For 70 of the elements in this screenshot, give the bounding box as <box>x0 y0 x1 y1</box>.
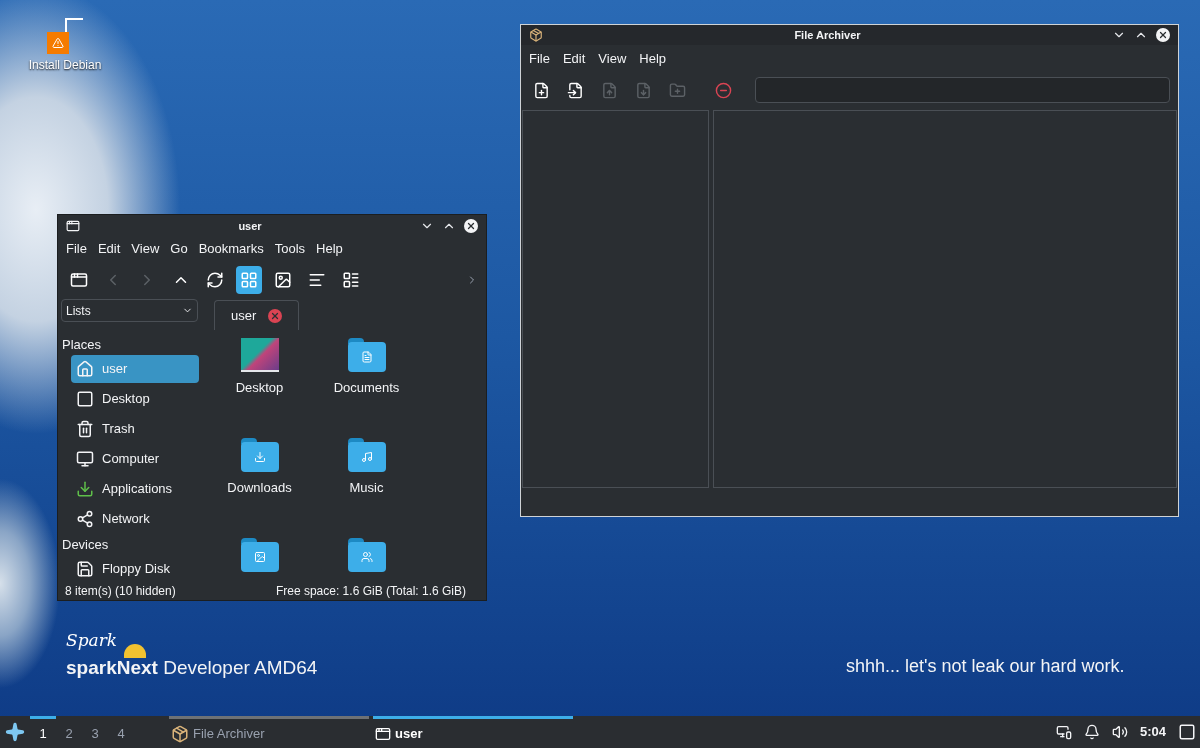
sidebar-heading: Devices <box>62 536 110 555</box>
folder-icon <box>347 338 386 372</box>
sidebar-item[interactable]: Computer <box>71 445 199 473</box>
menu-item[interactable]: Edit <box>97 239 121 259</box>
folder[interactable]: Music <box>313 438 420 498</box>
menu-item[interactable]: File <box>66 239 87 259</box>
file-label: Desktop <box>235 379 284 397</box>
task-button[interactable]: user <box>373 716 573 748</box>
desktop-folder-icon <box>240 338 279 372</box>
place-icon <box>76 510 94 528</box>
place-icon <box>76 360 94 378</box>
place-icon <box>76 560 94 578</box>
close-button[interactable] <box>464 219 478 233</box>
folder-icon <box>347 538 386 572</box>
place-icon <box>76 390 94 408</box>
close-button[interactable] <box>1156 28 1170 42</box>
folder-icon <box>240 438 279 472</box>
wallpaper-brand: sparkNext Developer AMD64 <box>66 655 318 680</box>
status-items: 8 item(s) (10 hidden) <box>65 583 176 600</box>
clock[interactable]: 5:04 <box>1139 722 1166 742</box>
status-free-space: Free space: 1.6 GiB (Total: 1.6 GiB) <box>275 583 466 600</box>
sidebar-heading: Places <box>62 336 103 355</box>
place-icon <box>76 480 94 498</box>
virtual-desktop[interactable]: 4 <box>108 716 134 748</box>
menu-item[interactable]: View <box>131 239 160 259</box>
file-label: Documents <box>333 379 400 397</box>
folder-icon <box>240 538 279 572</box>
virtual-desktop[interactable]: 3 <box>82 716 108 748</box>
search-field[interactable] <box>755 77 1170 103</box>
wallpaper-tagline: shhh... let's not leak our hard work. <box>846 655 1125 678</box>
sidebar-item[interactable]: Floppy Disk <box>71 555 199 583</box>
file-label: Music <box>349 479 384 497</box>
menu-item[interactable]: Help <box>639 48 667 69</box>
sidebar-item[interactable]: Desktop <box>71 385 199 413</box>
volume-icon[interactable] <box>1111 724 1128 740</box>
file-label: Downloads <box>227 479 292 497</box>
task-button[interactable]: File Archiver <box>169 716 369 748</box>
folder[interactable]: Downloads <box>206 438 313 498</box>
menu-item[interactable]: Edit <box>562 48 586 69</box>
wallpaper-logo: Spark <box>66 629 118 652</box>
sidebar-item[interactable]: Applications <box>71 475 199 503</box>
virtual-desktop[interactable]: 2 <box>56 716 82 748</box>
show-desktop-icon[interactable] <box>1178 723 1196 741</box>
menu-item[interactable]: Help <box>316 239 343 259</box>
virtual-desktop[interactable]: 1 <box>30 716 56 748</box>
window-icon <box>375 725 391 742</box>
network-icon[interactable] <box>1055 724 1072 740</box>
place-icon <box>76 450 94 468</box>
archive-icon <box>529 28 543 42</box>
menu-item[interactable]: File <box>529 48 550 69</box>
place-icon <box>76 420 94 438</box>
installer-icon <box>45 16 85 56</box>
desktop-icon-label: Install Debian <box>28 57 102 74</box>
window-title: user <box>238 218 262 234</box>
tab[interactable]: user <box>214 300 300 330</box>
window-icon <box>66 219 80 233</box>
folder-icon <box>347 438 386 472</box>
desktop-folder[interactable]: Desktop <box>206 338 313 398</box>
close-tab-icon[interactable] <box>268 308 283 323</box>
window-title: File Archiver <box>794 27 861 43</box>
menu-item[interactable]: Go <box>170 239 188 259</box>
sidebar-item[interactable]: Trash <box>71 415 199 443</box>
menu-item[interactable]: Tools <box>274 239 306 259</box>
menu-item[interactable]: Bookmarks <box>198 239 264 259</box>
side-pane-dropdown[interactable]: Lists <box>61 299 198 322</box>
notifications-icon[interactable] <box>1083 724 1100 740</box>
menu-item[interactable]: View <box>598 48 627 69</box>
sidebar-item[interactable]: Network <box>71 505 199 533</box>
folder[interactable]: Documents <box>313 338 420 398</box>
archive-icon <box>171 724 189 743</box>
